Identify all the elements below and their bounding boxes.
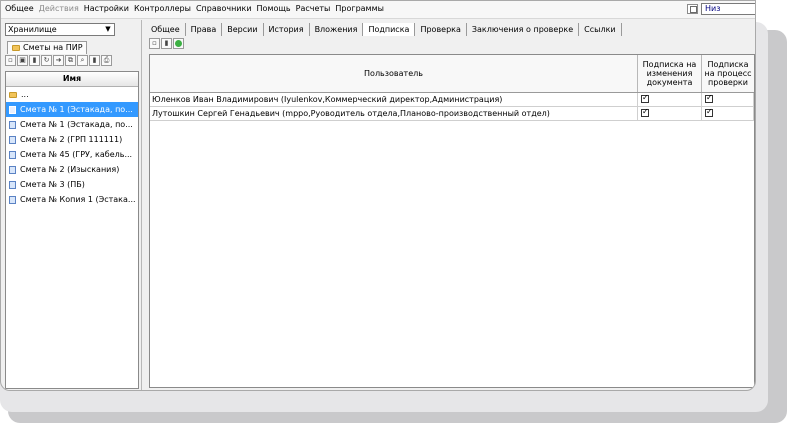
menu-bar: Общее Действия Настройки Контроллеры Спр… <box>1 1 755 19</box>
properties-icon[interactable]: ▣ <box>17 55 28 66</box>
add-subscriber-icon[interactable]: ▫ <box>149 38 160 49</box>
column-user[interactable]: Пользователь <box>150 55 638 92</box>
tree-item[interactable]: Смета № 2 (Изыскания) <box>6 162 138 177</box>
document-icon <box>9 120 16 129</box>
tree-item-label: Смета № 3 (ПБ) <box>20 180 85 189</box>
doc-changes-checkbox[interactable] <box>641 107 649 117</box>
chevron-down-icon: ▼ <box>105 25 111 33</box>
tab-attachments[interactable]: Вложения <box>310 23 364 36</box>
menu-general[interactable]: Общее <box>5 4 34 13</box>
tab-subscription[interactable]: Подписка <box>363 23 416 36</box>
document-icon <box>9 150 16 159</box>
left-toolbar: ▫ ▣ ▮ ↻ ➜ ⧉ ⌕ ▮ ⎙ <box>5 55 139 70</box>
menu-settings[interactable]: Настройки <box>84 4 129 13</box>
tab-estimates-label: Сметы на ПИР <box>23 43 83 52</box>
folder-icon <box>12 45 20 51</box>
tab-versions[interactable]: Версии <box>222 23 264 36</box>
table-header: Пользователь Подписка на изменения докум… <box>150 55 754 93</box>
panel-position-value: Низ <box>705 4 721 13</box>
tree-column-name[interactable]: Имя <box>6 72 138 87</box>
search-icon[interactable]: ⌕ <box>77 55 88 66</box>
cell-doc-changes <box>638 93 702 106</box>
tab-rights[interactable]: Права <box>186 23 223 36</box>
refresh-icon[interactable]: ↻ <box>41 55 52 66</box>
check-process-checkbox[interactable] <box>705 93 713 103</box>
document-icon <box>9 195 16 204</box>
tab-history[interactable]: История <box>264 23 310 36</box>
app-window: Общее Действия Настройки Контроллеры Спр… <box>0 0 756 391</box>
new-document-icon[interactable]: ▫ <box>5 55 16 66</box>
subscription-toolbar: ▫ ▮ <box>149 38 184 49</box>
tree-item-label: Смета № 45 (ГРУ, кабель... <box>20 150 133 159</box>
move-icon[interactable]: ➜ <box>53 55 64 66</box>
document-tabs: Общее Права Версии История Вложения Подп… <box>149 23 622 36</box>
menu-calculations[interactable]: Расчеты <box>296 4 331 13</box>
copy-icon[interactable]: ⧉ <box>65 55 76 66</box>
tree-item-label: ... <box>21 90 29 99</box>
check-process-checkbox[interactable] <box>705 107 713 117</box>
storage-select[interactable]: Хранилище ▼ <box>5 23 115 36</box>
tree-item-label: Смета № 1 (Эстакада, по... <box>20 120 133 129</box>
subscription-table: Пользователь Подписка на изменения докум… <box>149 54 755 388</box>
tree-item[interactable]: Смета № 3 (ПБ) <box>6 177 138 192</box>
panel-position-select[interactable]: Низ ▾ <box>701 3 755 15</box>
left-pane: Хранилище ▼ Сметы на ПИР ▫ ▣ ▮ ↻ ➜ ⧉ ⌕ ▮… <box>3 20 142 390</box>
cell-doc-changes <box>638 107 702 120</box>
cell-check-process <box>702 93 754 106</box>
cell-check-process <box>702 107 754 120</box>
tree-item[interactable]: Смета № 1 (Эстакада, по... <box>6 117 138 132</box>
column-check-process[interactable]: Подписка на процесс проверки <box>702 55 754 92</box>
storage-select-value: Хранилище <box>8 25 57 34</box>
doc-changes-checkbox[interactable] <box>641 93 649 103</box>
delete-icon[interactable]: ▮ <box>29 55 40 66</box>
chart-icon[interactable]: ▮ <box>89 55 100 66</box>
tree-item-label: Смета № 2 (Изыскания) <box>20 165 120 174</box>
table-row[interactable]: Лутошкин Сергей Генадьевич (mppo,Руоводи… <box>150 107 754 121</box>
delete-icon[interactable]: ▮ <box>161 38 172 49</box>
tree-item[interactable]: Смета № 2 (ГРП 111111) <box>6 132 138 147</box>
tree-item[interactable]: Смета № Копия 1 (Эстака... <box>6 192 138 207</box>
menu-programs[interactable]: Программы <box>335 4 384 13</box>
document-icon <box>9 105 16 114</box>
document-icon <box>9 165 16 174</box>
column-doc-changes[interactable]: Подписка на изменения документа <box>638 55 702 92</box>
document-icon <box>9 180 16 189</box>
tree-item-parent[interactable]: ... <box>6 87 138 102</box>
menu-help[interactable]: Помощь <box>257 4 291 13</box>
tab-general[interactable]: Общее <box>149 23 186 36</box>
ok-icon[interactable] <box>173 38 184 49</box>
tab-check[interactable]: Проверка <box>415 23 467 36</box>
folder-icon <box>9 91 17 98</box>
menu-actions[interactable]: Действия <box>39 4 79 13</box>
tree-item-selected[interactable]: Смета № 1 (Эстакада, по... <box>6 102 138 117</box>
document-icon <box>9 135 16 144</box>
cell-user: Лутошкин Сергей Генадьевич (mppo,Руоводи… <box>150 107 638 120</box>
print-icon[interactable]: ⎙ <box>101 55 112 66</box>
tree-item-label: Смета № Копия 1 (Эстака... <box>20 195 136 204</box>
right-pane: Общее Права Версии История Вложения Подп… <box>145 20 755 390</box>
menu-directories[interactable]: Справочники <box>196 4 252 13</box>
restore-window-icon[interactable] <box>687 4 698 14</box>
cell-user: Юленков Иван Владимирович (Iyulenkov,Ком… <box>150 93 638 106</box>
tab-links[interactable]: Ссылки <box>579 23 622 36</box>
tree-item-label: Смета № 2 (ГРП 111111) <box>20 135 123 144</box>
tab-check-conclusions[interactable]: Заключения о проверке <box>467 23 580 36</box>
menu-controllers[interactable]: Контроллеры <box>134 4 191 13</box>
tab-estimates[interactable]: Сметы на ПИР <box>7 41 87 54</box>
table-row[interactable]: Юленков Иван Владимирович (Iyulenkov,Ком… <box>150 93 754 107</box>
tree-item-label: Смета № 1 (Эстакада, по... <box>20 105 133 114</box>
estimates-tree: Имя ... Смета № 1 (Эстакада, по... Смета… <box>5 71 139 389</box>
tree-item[interactable]: Смета № 45 (ГРУ, кабель... <box>6 147 138 162</box>
